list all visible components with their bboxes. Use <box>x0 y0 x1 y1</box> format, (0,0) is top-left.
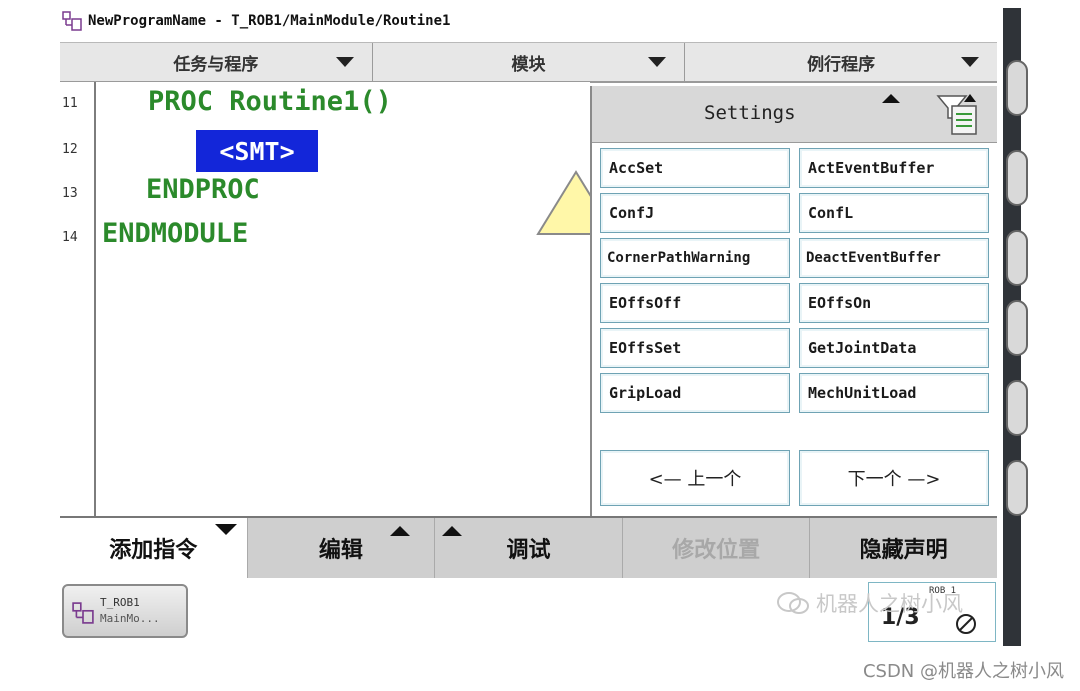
module-name: MainMo... <box>100 612 160 625</box>
next-page-button[interactable]: 下一个 —> <box>799 450 989 506</box>
tab-label: 模块 <box>511 54 546 75</box>
chevron-down-icon <box>335 57 354 67</box>
menu-label: 编辑 <box>318 538 363 563</box>
bottom-menu: 添加指令 编辑 调试 修改位置 隐藏声明 <box>60 516 997 580</box>
instruction-button[interactable]: MechUnitLoad <box>799 373 989 413</box>
chevron-down-icon <box>648 57 667 67</box>
instruction-button[interactable]: CornerPathWarning <box>600 238 790 278</box>
panel-title: Settings <box>704 102 796 124</box>
line-number: 14 <box>62 230 78 245</box>
bezel-button <box>1006 60 1028 116</box>
line-number: 11 <box>62 96 78 111</box>
instruction-button[interactable]: EOffsOff <box>600 283 790 323</box>
instruction-button[interactable]: ConfL <box>799 193 989 233</box>
tab-label: 任务与程序 <box>173 54 259 75</box>
scroll-up-icon[interactable] <box>882 94 900 103</box>
code-editor[interactable]: PROC Routine1() ENDPROC ENDMODULE <box>96 82 616 516</box>
footer-credit: CSDN @机器人之树小风 <box>862 661 1064 682</box>
tab-tasks-and-programs[interactable]: 任务与程序 <box>60 43 373 81</box>
debug-button[interactable]: 调试 <box>435 518 623 578</box>
instruction-button[interactable]: EOffsOn <box>799 283 989 323</box>
tab-routines[interactable]: 例行程序 <box>685 43 997 81</box>
instruction-button[interactable]: GripLoad <box>600 373 790 413</box>
chevron-up-icon <box>390 526 411 536</box>
flexpendant-screen: NewProgramName - T_ROB1/MainModule/Routi… <box>60 0 997 645</box>
watermark-text: 机器人之树小风 <box>816 592 963 616</box>
instruction-button[interactable]: AccSet <box>600 148 790 188</box>
panel-header: Settings <box>592 86 997 143</box>
previous-page-button[interactable]: <— 上一个 <box>600 450 790 506</box>
code-line-endmodule[interactable]: ENDMODULE <box>102 218 248 249</box>
menu-label: 添加指令 <box>109 538 198 563</box>
instruction-button[interactable]: ActEventBuffer <box>799 148 989 188</box>
line-number-gutter: 11 12 13 14 <box>60 82 96 516</box>
smt-placeholder-selected[interactable]: <SMT> <box>196 130 318 172</box>
bezel-button <box>1006 300 1028 356</box>
instruction-button[interactable]: ConfJ <box>600 193 790 233</box>
program-editor-icon <box>72 602 94 624</box>
menu-label: 隐藏声明 <box>859 538 948 563</box>
add-instruction-button[interactable]: 添加指令 <box>60 518 248 578</box>
wechat-icon <box>777 592 809 614</box>
task-name: T_ROB1 <box>100 596 140 609</box>
menu-label: 修改位置 <box>672 538 761 563</box>
program-editor-icon <box>62 11 82 31</box>
window-title: NewProgramName - T_ROB1/MainModule/Routi… <box>88 13 451 29</box>
instruction-button[interactable]: DeactEventBuffer <box>799 238 989 278</box>
category-list-icon[interactable] <box>936 92 984 138</box>
title-bar: NewProgramName - T_ROB1/MainModule/Routi… <box>60 6 997 36</box>
taskbar-program-editor-button[interactable]: T_ROB1 MainMo... <box>62 584 188 638</box>
chevron-down-icon <box>214 524 237 535</box>
bezel-button <box>1006 380 1028 436</box>
code-line-endproc[interactable]: ENDPROC <box>146 174 260 205</box>
menu-label: 调试 <box>506 538 551 563</box>
tab-modules[interactable]: 模块 <box>373 43 686 81</box>
instruction-button[interactable]: GetJointData <box>799 328 989 368</box>
edit-button[interactable]: 编辑 <box>248 518 436 578</box>
bezel-button <box>1006 150 1028 206</box>
bezel-button <box>1006 230 1028 286</box>
chevron-down-icon <box>961 57 980 67</box>
line-number: 13 <box>62 186 78 201</box>
tab-label: 例行程序 <box>807 54 876 75</box>
page-navigation: <— 上一个 下一个 —> <box>600 450 990 506</box>
chevron-up-icon <box>441 526 462 536</box>
line-number: 12 <box>62 142 78 157</box>
code-line-proc[interactable]: PROC Routine1() <box>148 86 392 117</box>
top-tabs: 任务与程序 模块 例行程序 <box>60 42 997 83</box>
bezel-button <box>1006 460 1028 516</box>
instruction-grid: AccSet ActEventBuffer ConfJ ConfL Corner… <box>600 148 990 413</box>
modify-position-button[interactable]: 修改位置 <box>623 518 811 578</box>
hide-declarations-button[interactable]: 隐藏声明 <box>810 518 997 578</box>
instruction-picker-panel: Settings AccSet ActEventBuffer ConfJ Con… <box>590 86 997 516</box>
watermark: 机器人之树小风 <box>776 588 963 618</box>
instruction-button[interactable]: EOffsSet <box>600 328 790 368</box>
